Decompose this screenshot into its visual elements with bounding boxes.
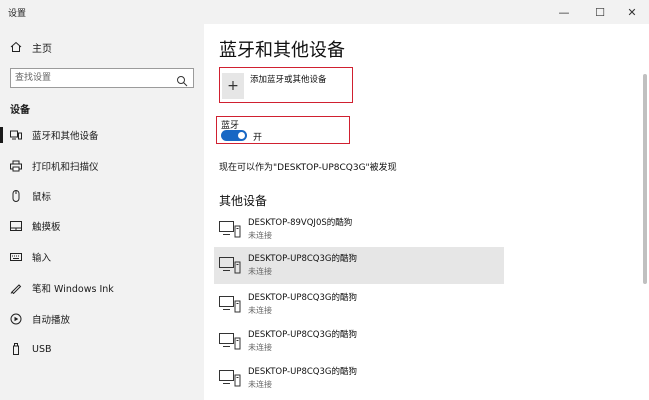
touchpad-icon bbox=[10, 220, 22, 232]
sidebar-item-label: USB bbox=[32, 343, 52, 355]
device-icon bbox=[219, 296, 241, 313]
device-icon bbox=[219, 257, 241, 274]
search-box bbox=[10, 68, 194, 88]
sidebar-item-bluetooth-devices[interactable]: 蓝牙和其他设备 bbox=[0, 123, 204, 147]
device-icon bbox=[219, 370, 241, 387]
sidebar-item-mouse[interactable]: 鼠标 bbox=[0, 184, 204, 208]
close-button[interactable]: ✕ bbox=[615, 0, 649, 24]
device-item[interactable]: DESKTOP-UP8CQ3G的酷狗 未连接 bbox=[214, 286, 504, 323]
keyboard-icon bbox=[10, 251, 22, 263]
sidebar-item-label: 输入 bbox=[32, 253, 52, 264]
usb-icon bbox=[10, 343, 22, 355]
sidebar-item-label: 鼠标 bbox=[32, 192, 52, 203]
device-item[interactable]: DESKTOP-UP8CQ3G的酷狗 未连接 bbox=[214, 247, 504, 284]
maximize-button[interactable]: ☐ bbox=[583, 0, 617, 24]
bluetooth-section: 蓝牙 开 bbox=[216, 116, 350, 144]
search-icon[interactable] bbox=[176, 72, 188, 87]
device-status: 未连接 bbox=[248, 267, 272, 276]
device-name: DESKTOP-89VQJ0S的酷狗 bbox=[248, 218, 353, 228]
main-content: 蓝牙和其他设备 + 添加蓝牙或其他设备 蓝牙 开 现在可以作为"DESKTOP-… bbox=[204, 24, 649, 400]
page-title: 蓝牙和其他设备 bbox=[219, 40, 345, 61]
search-input[interactable] bbox=[11, 69, 171, 87]
bluetooth-devices-icon bbox=[10, 129, 22, 141]
plus-icon: + bbox=[222, 73, 244, 99]
sidebar-item-label: 笔和 Windows Ink bbox=[32, 284, 114, 295]
window-title: 设置 bbox=[8, 9, 27, 19]
home-icon bbox=[10, 41, 22, 53]
device-status: 未连接 bbox=[248, 231, 272, 240]
device-status: 未连接 bbox=[248, 380, 272, 389]
toggle-knob bbox=[238, 132, 245, 139]
sidebar: 主页 设备 蓝牙和其他设备 打印机和扫描仪 鼠标 触摸板 bbox=[0, 24, 204, 400]
sidebar-item-usb[interactable]: USB bbox=[0, 337, 204, 361]
device-item[interactable]: DESKTOP-89VQJ0S的酷狗 未连接 bbox=[214, 211, 504, 248]
device-name: DESKTOP-UP8CQ3G的酷狗 bbox=[248, 293, 357, 303]
add-device-button[interactable]: + 添加蓝牙或其他设备 bbox=[219, 67, 353, 103]
sidebar-item-label: 打印机和扫描仪 bbox=[32, 162, 99, 173]
other-devices-title: 其他设备 bbox=[219, 194, 268, 208]
device-icon bbox=[219, 221, 241, 238]
scrollbar[interactable] bbox=[643, 74, 647, 284]
sidebar-item-printers[interactable]: 打印机和扫描仪 bbox=[0, 154, 204, 178]
device-status: 未连接 bbox=[248, 343, 272, 352]
device-name: DESKTOP-UP8CQ3G的酷狗 bbox=[248, 367, 357, 377]
minimize-button[interactable]: — bbox=[547, 0, 581, 24]
device-status: 未连接 bbox=[248, 306, 272, 315]
mouse-icon bbox=[10, 190, 22, 202]
discoverable-text: 现在可以作为"DESKTOP-UP8CQ3G"被发现 bbox=[219, 163, 397, 173]
title-bar: 设置 — ☐ ✕ bbox=[0, 0, 649, 24]
device-item[interactable]: DESKTOP-UP8CQ3G的酷狗 未连接 bbox=[214, 323, 504, 360]
device-icon bbox=[219, 333, 241, 350]
bluetooth-toggle[interactable] bbox=[221, 130, 247, 141]
sidebar-item-pen[interactable]: 笔和 Windows Ink bbox=[0, 276, 204, 300]
home-label: 主页 bbox=[32, 43, 52, 55]
sidebar-item-autoplay[interactable]: 自动播放 bbox=[0, 307, 204, 331]
sidebar-item-label: 触摸板 bbox=[32, 222, 61, 233]
sidebar-section-label: 设备 bbox=[10, 105, 30, 116]
device-name: DESKTOP-UP8CQ3G的酷狗 bbox=[248, 254, 357, 264]
sidebar-item-typing[interactable]: 输入 bbox=[0, 245, 204, 269]
sidebar-item-label: 自动播放 bbox=[32, 315, 71, 326]
bluetooth-state: 开 bbox=[253, 133, 263, 143]
sidebar-item-label: 蓝牙和其他设备 bbox=[32, 131, 99, 142]
device-name: DESKTOP-UP8CQ3G的酷狗 bbox=[248, 330, 357, 340]
printer-icon bbox=[10, 160, 22, 172]
autoplay-icon bbox=[10, 313, 22, 325]
sidebar-item-touchpad[interactable]: 触摸板 bbox=[0, 214, 204, 238]
sidebar-home[interactable]: 主页 bbox=[10, 40, 52, 55]
pen-icon bbox=[10, 282, 22, 294]
add-device-label: 添加蓝牙或其他设备 bbox=[250, 75, 327, 85]
device-item[interactable]: DESKTOP-UP8CQ3G的酷狗 未连接 bbox=[214, 360, 504, 397]
